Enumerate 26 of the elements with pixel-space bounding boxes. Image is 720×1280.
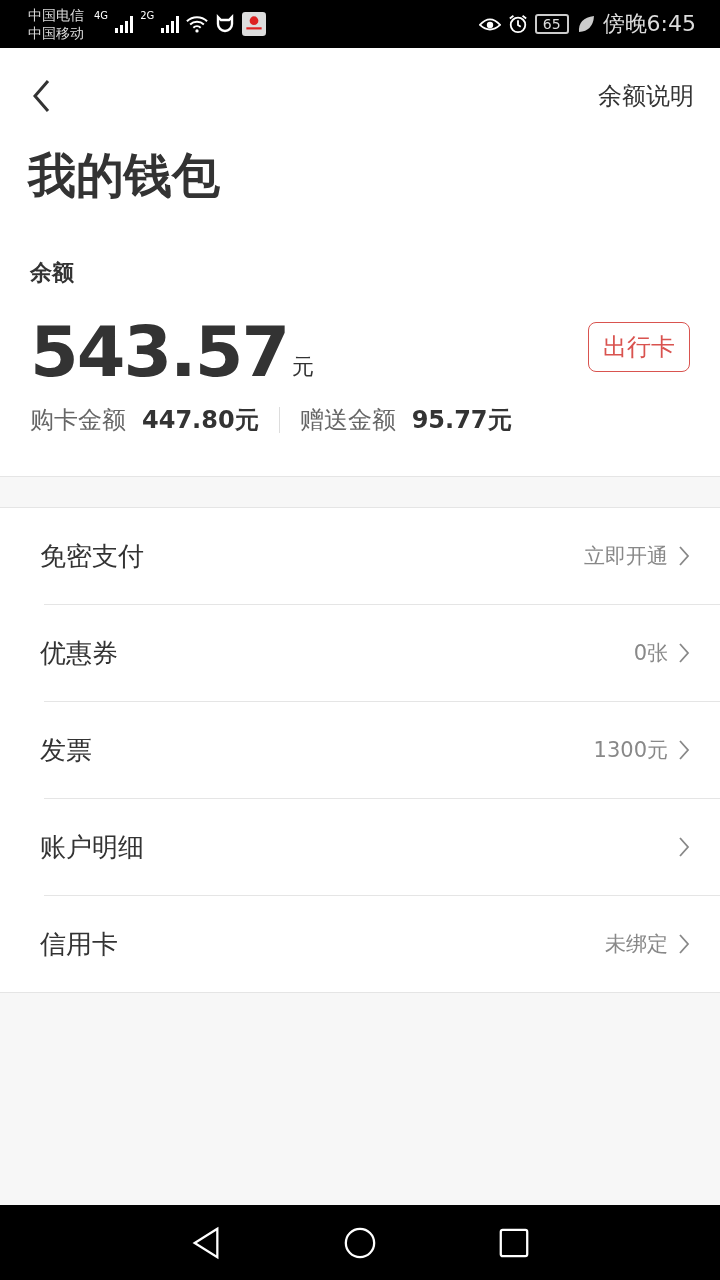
detail-value: 447.80元 bbox=[142, 405, 259, 436]
balance-label: 余额 bbox=[30, 259, 75, 287]
detail-label: 赠送金额 bbox=[299, 405, 396, 436]
chevron-icon bbox=[678, 836, 690, 858]
signal-icon bbox=[160, 14, 181, 34]
balance-info-link[interactable]: 余额说明 bbox=[598, 80, 694, 112]
clock: 傍晚6:45 bbox=[602, 10, 696, 38]
app-icon bbox=[242, 12, 267, 36]
travel-card-button[interactable]: 出行卡 bbox=[588, 322, 690, 372]
signal-icon bbox=[114, 14, 135, 34]
network-type: 2G bbox=[140, 10, 155, 21]
page-title: 我的钱包 bbox=[0, 144, 720, 258]
carrier-name: 中国电信 bbox=[28, 6, 84, 24]
wifi-icon bbox=[186, 14, 209, 34]
carrier-name: 中国移动 bbox=[28, 24, 84, 42]
battery-level: 65 bbox=[534, 14, 569, 34]
chevron-icon bbox=[678, 933, 690, 955]
home-icon[interactable] bbox=[343, 1225, 377, 1260]
currency-unit: 元 bbox=[292, 353, 315, 381]
chevron-icon bbox=[678, 545, 690, 567]
network-type: 4G bbox=[94, 10, 109, 21]
chevron-icon bbox=[678, 642, 690, 664]
balance-amount: 543.57 bbox=[30, 312, 289, 392]
chevron-icon bbox=[678, 739, 690, 761]
detail-value: 95.77元 bbox=[411, 405, 512, 436]
detail-label: 购卡金额 bbox=[30, 405, 126, 436]
